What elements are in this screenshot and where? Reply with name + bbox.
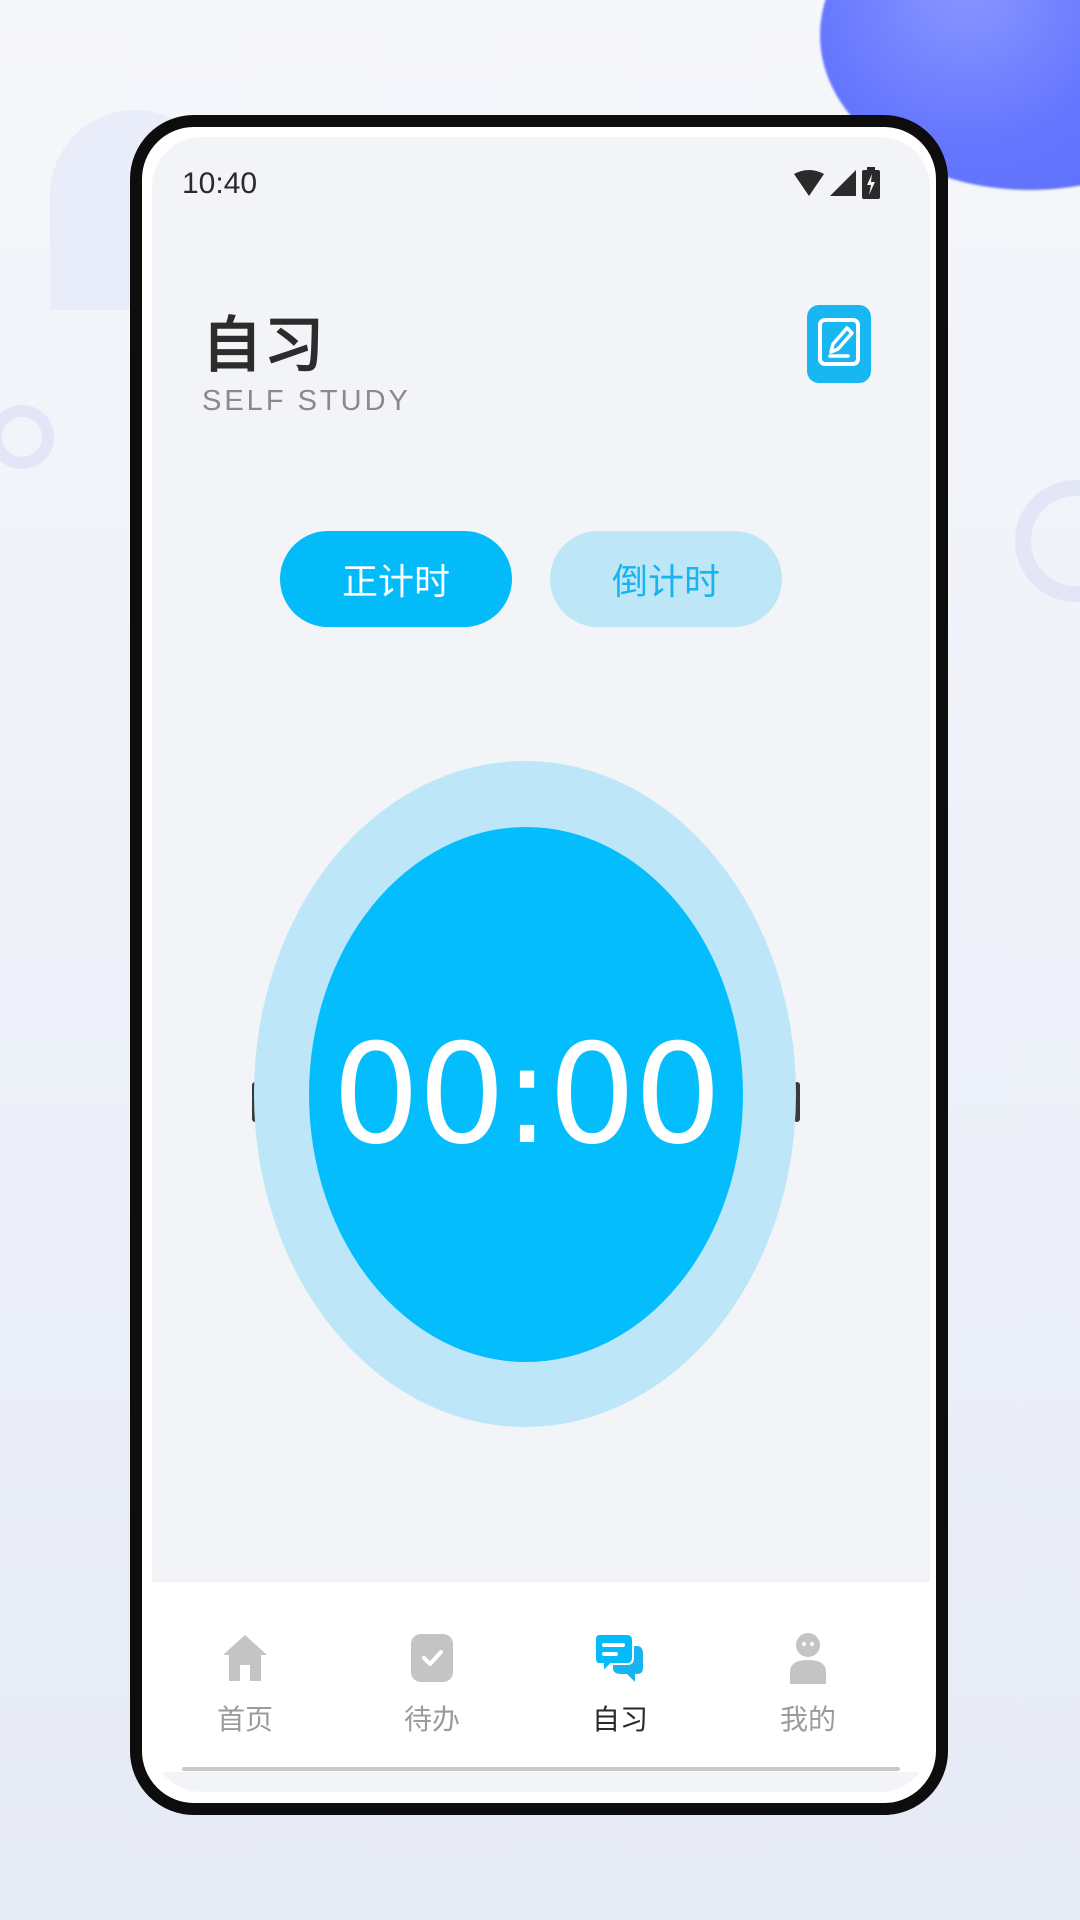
page-background: 10:40 自习 SELF STUDY 正计时 倒计时 00:00 首页 待办 … bbox=[0, 0, 1080, 1920]
edit-icon bbox=[816, 314, 862, 374]
chat-bubbles-icon bbox=[594, 1632, 646, 1684]
tab-todo-label: 待办 bbox=[403, 1703, 460, 1736]
status-bar: 10:40 bbox=[152, 137, 930, 217]
app-screen: 10:40 自习 SELF STUDY 正计时 倒计时 00:00 首页 待办 … bbox=[152, 137, 930, 1792]
wifi-icon bbox=[794, 170, 824, 200]
status-time: 10:40 bbox=[182, 167, 258, 200]
timer-mode-toggle: 正计时 倒计时 bbox=[280, 531, 782, 627]
tab-mine-label: 我的 bbox=[779, 1703, 836, 1736]
tab-home[interactable]: 首页 bbox=[185, 1632, 305, 1738]
decorative-ring bbox=[0, 405, 54, 469]
decorative-ring bbox=[1015, 480, 1080, 602]
count-down-button[interactable]: 倒计时 bbox=[550, 531, 782, 627]
tab-study-label: 自习 bbox=[591, 1703, 648, 1736]
count-up-button[interactable]: 正计时 bbox=[280, 531, 512, 627]
phone-frame: 10:40 自习 SELF STUDY 正计时 倒计时 00:00 首页 待办 … bbox=[130, 115, 948, 1815]
tab-home-label: 首页 bbox=[216, 1703, 273, 1736]
tab-todo[interactable]: 待办 bbox=[372, 1632, 492, 1738]
timer-start-button[interactable]: 00:00 bbox=[309, 827, 743, 1362]
edit-button[interactable] bbox=[807, 305, 871, 383]
todo-check-icon bbox=[406, 1632, 458, 1684]
timer-display: 00:00 bbox=[332, 1014, 722, 1175]
page-title: 自习 bbox=[202, 311, 326, 381]
signal-icon bbox=[830, 170, 856, 200]
bottom-tab-bar: 首页 待办 自习 我的 bbox=[152, 1582, 930, 1772]
tab-study[interactable]: 自习 bbox=[560, 1632, 680, 1738]
user-icon bbox=[782, 1632, 834, 1684]
status-icons bbox=[794, 167, 880, 203]
battery-icon bbox=[862, 167, 880, 203]
tab-mine[interactable]: 我的 bbox=[748, 1632, 868, 1738]
home-indicator bbox=[182, 1767, 900, 1771]
home-icon bbox=[219, 1632, 271, 1684]
page-subtitle: SELF STUDY bbox=[202, 385, 411, 417]
